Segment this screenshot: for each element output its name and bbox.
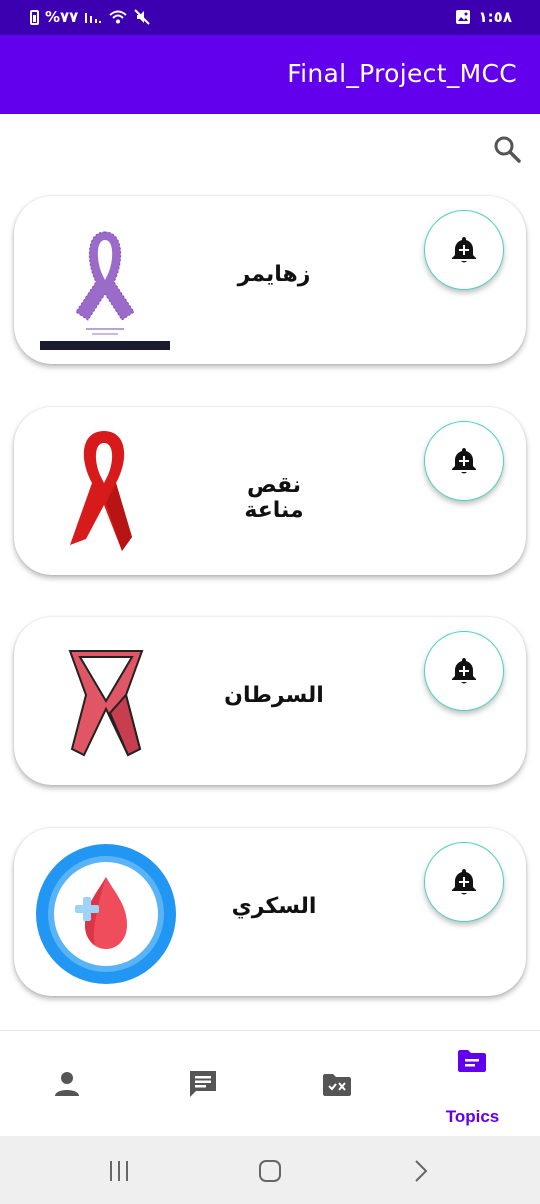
- card-title: السرطان: [224, 683, 324, 708]
- app-bar: Final_Project_MCC: [0, 35, 540, 114]
- bell-plus-icon: [452, 237, 476, 263]
- red-ribbon-icon: [70, 431, 132, 551]
- message-icon: [190, 1071, 216, 1097]
- card-title: زهايمر: [237, 262, 311, 287]
- battery-level: %٧٧: [45, 8, 79, 26]
- bottom-navigation: Topics: [0, 1030, 540, 1136]
- topic-card-alzheimer[interactable]: زهايمر: [14, 196, 526, 364]
- notify-button[interactable]: [424, 210, 504, 290]
- person-icon: [55, 1072, 79, 1096]
- system-navigation-bar: [0, 1136, 540, 1204]
- bell-plus-icon: [452, 869, 476, 895]
- home-icon[interactable]: [258, 1159, 282, 1183]
- image-notification-icon: [455, 10, 470, 24]
- wifi-icon: [109, 10, 128, 24]
- nav-item-folder[interactable]: [270, 1031, 405, 1137]
- nav-item-messages[interactable]: [135, 1031, 270, 1137]
- pink-ribbon-icon: [68, 650, 144, 757]
- purple-ribbon-icon: [40, 231, 170, 350]
- notify-button[interactable]: [424, 842, 504, 922]
- clock: ١:٥٨: [478, 8, 512, 26]
- blood-drop-icon: [36, 844, 176, 984]
- recent-apps-icon[interactable]: [108, 1160, 130, 1182]
- nav-label-topics: Topics: [445, 1107, 500, 1126]
- signal-icon: [85, 13, 102, 23]
- folder-x-icon: [323, 1074, 351, 1096]
- card-title: نقص مناعة: [244, 473, 304, 523]
- topic-card-cancer[interactable]: السرطان: [14, 617, 526, 785]
- status-right: ١:٥٨: [455, 8, 512, 26]
- card-title: السكري: [231, 894, 317, 919]
- topic-card-diabetes[interactable]: السكري: [14, 828, 526, 996]
- mute-icon: [134, 9, 151, 25]
- topics-icon: [458, 1050, 486, 1072]
- notify-button[interactable]: [424, 421, 504, 501]
- topic-card-hiv[interactable]: نقص مناعة: [14, 407, 526, 575]
- bell-plus-icon: [452, 448, 476, 474]
- back-icon[interactable]: [412, 1159, 430, 1183]
- nav-item-topics[interactable]: Topics: [405, 1031, 540, 1137]
- notify-button[interactable]: [424, 631, 504, 711]
- nav-item-profile[interactable]: [0, 1031, 135, 1137]
- bell-plus-icon: [452, 658, 476, 684]
- app-title: Final_Project_MCC: [287, 59, 517, 88]
- battery-icon: [30, 9, 39, 25]
- status-bar: %٧٧ ١:٥٨: [0, 0, 540, 35]
- status-left: %٧٧: [30, 8, 151, 26]
- search-icon[interactable]: [492, 134, 522, 164]
